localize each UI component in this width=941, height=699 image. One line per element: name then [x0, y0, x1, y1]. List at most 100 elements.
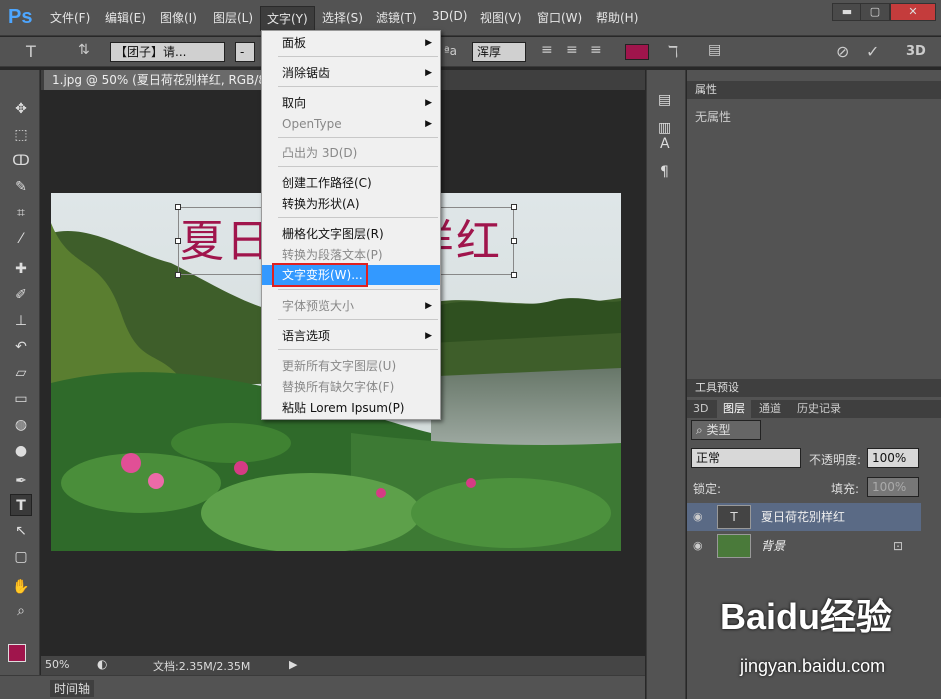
image-layer-thumb: [717, 534, 751, 558]
menu-window[interactable]: 窗口(W): [537, 9, 582, 26]
font-family-select[interactable]: 【团子】请...: [110, 42, 225, 62]
marquee-tool-icon[interactable]: ⬚: [10, 124, 32, 146]
layer-row-text[interactable]: ◉ T 夏日荷花别样红: [687, 503, 921, 531]
3d-mode-icon[interactable]: 3D: [906, 44, 926, 59]
tab-history[interactable]: 历史记录: [791, 400, 847, 418]
transform-handle-mr[interactable]: [511, 238, 517, 244]
visibility-eye-icon[interactable]: ◉: [693, 532, 703, 560]
opacity-label: 不透明度:: [809, 453, 862, 467]
menu-item-convert-to-shape[interactable]: 转换为形状(A): [262, 194, 440, 214]
quick-select-tool-icon[interactable]: ✎: [10, 176, 32, 198]
eraser-tool-icon[interactable]: ▱: [10, 362, 32, 384]
tab-layers[interactable]: 图层: [717, 400, 751, 418]
foreground-color-swatch[interactable]: [8, 644, 26, 662]
crop-tool-icon[interactable]: ⌗: [10, 202, 32, 224]
minimize-button[interactable]: ▬: [832, 3, 862, 21]
fill-input[interactable]: 100%: [867, 477, 919, 497]
cancel-icon[interactable]: ⊘: [836, 42, 849, 61]
shape-tool-icon[interactable]: ▢: [10, 546, 32, 568]
baidu-watermark-url: jingyan.baidu.com: [740, 656, 886, 676]
status-menu-arrow-icon[interactable]: ▶: [289, 658, 297, 671]
menu-item-opentype: OpenType ▶: [262, 114, 440, 134]
warp-text-icon[interactable]: ℸ: [668, 42, 678, 61]
properties-panel-icon[interactable]: ▥: [658, 120, 671, 136]
timeline-tab[interactable]: 时间轴: [50, 680, 95, 697]
lock-icon: ⊡: [893, 539, 904, 553]
panel-dock-strip: ▤ ▥ A ¶: [646, 70, 686, 699]
doc-size: 文档:2.35M/2.35M: [153, 660, 251, 673]
status-info-icon[interactable]: ◐: [97, 657, 107, 671]
font-style-select[interactable]: -: [235, 42, 255, 62]
blend-mode-select[interactable]: 正常: [691, 448, 801, 468]
tab-3d[interactable]: 3D: [687, 400, 714, 418]
blur-tool-icon[interactable]: ◍: [10, 414, 32, 436]
maximize-button[interactable]: ▢: [860, 3, 890, 21]
commit-icon[interactable]: ✓: [866, 42, 879, 61]
menu-item-rasterize-type[interactable]: 栅格化文字图层(R): [262, 224, 440, 244]
menu-item-create-work-path[interactable]: 创建工作路径(C): [262, 173, 440, 193]
menu-layer[interactable]: 图层(L): [213, 9, 253, 26]
zoom-tool-icon[interactable]: ⌕: [10, 600, 32, 622]
transform-handle-br[interactable]: [511, 272, 517, 278]
opacity-input[interactable]: 100%: [867, 448, 919, 468]
menu-item-paste-lorem-ipsum[interactable]: 粘贴 Lorem Ipsum(P): [262, 398, 440, 418]
menu-view[interactable]: 视图(V): [480, 9, 522, 26]
character-panel-icon[interactable]: A: [660, 136, 670, 152]
transform-handle-tr[interactable]: [511, 204, 517, 210]
dodge-tool-icon[interactable]: ●: [10, 440, 32, 462]
type-tool-icon[interactable]: T: [26, 42, 36, 61]
toggle-orientation-icon[interactable]: ⇅: [78, 42, 90, 58]
transform-handle-bl[interactable]: [175, 272, 181, 278]
anti-alias-select[interactable]: 浑厚: [472, 42, 526, 62]
brush-tool-icon[interactable]: ✐: [10, 284, 32, 306]
close-button[interactable]: ✕: [890, 3, 936, 21]
align-left-icon[interactable]: ≡: [541, 42, 553, 58]
menu-item-language-options[interactable]: 语言选项 ▶: [262, 326, 440, 346]
menu-item-panels[interactable]: 面板 ▶: [262, 33, 440, 53]
gradient-tool-icon[interactable]: ▭: [10, 388, 32, 410]
properties-empty-text: 无属性: [695, 110, 732, 124]
document-tab[interactable]: 1.jpg @ 50% (夏日荷花别样红, RGB/8#): [44, 70, 274, 90]
app-logo: Ps: [8, 6, 33, 28]
lasso-tool-icon[interactable]: ↀ: [10, 150, 32, 172]
type-tool-active-icon[interactable]: T: [10, 494, 32, 516]
history-panel-icon[interactable]: ▤: [658, 92, 671, 108]
submenu-arrow-icon: ▶: [425, 68, 432, 78]
layer-filter-select[interactable]: ⌕ 类型: [691, 420, 761, 440]
text-color-swatch[interactable]: [625, 44, 649, 60]
hand-tool-icon[interactable]: ✋: [10, 576, 32, 598]
stamp-tool-icon[interactable]: ⊥: [10, 310, 32, 332]
tool-presets-panel-title[interactable]: 工具预设: [687, 379, 941, 397]
menu-3d[interactable]: 3D(D): [432, 9, 467, 23]
menu-edit[interactable]: 编辑(E): [105, 9, 146, 26]
properties-panel-title[interactable]: 属性: [687, 81, 941, 99]
zoom-level[interactable]: 50%: [45, 658, 69, 671]
align-right-icon[interactable]: ≡: [590, 42, 602, 58]
pen-tool-icon[interactable]: ✒: [10, 470, 32, 492]
menu-file[interactable]: 文件(F): [50, 9, 90, 26]
menu-item-anti-alias[interactable]: 消除锯齿 ▶: [262, 63, 440, 83]
menu-filter[interactable]: 滤镜(T): [376, 9, 417, 26]
layer-filter-label: 类型: [706, 423, 731, 437]
layers-tab-bar: 3D 图层 通道 历史记录: [687, 400, 941, 418]
layer-row-background[interactable]: ◉ 背景 ⊡: [687, 532, 921, 560]
char-panel-icon[interactable]: ▤: [708, 42, 721, 58]
menu-type[interactable]: 文字(Y): [260, 6, 315, 31]
history-brush-tool-icon[interactable]: ↶: [10, 336, 32, 358]
submenu-arrow-icon: ▶: [425, 98, 432, 108]
path-select-tool-icon[interactable]: ↖: [10, 520, 32, 542]
visibility-eye-icon[interactable]: ◉: [693, 503, 703, 531]
menu-image[interactable]: 图像(I): [160, 9, 197, 26]
eyedropper-tool-icon[interactable]: ⁄: [10, 228, 32, 250]
layer-name: 夏日荷花别样红: [761, 510, 846, 524]
move-tool-icon[interactable]: ✥: [10, 98, 32, 120]
type-menu-dropdown: 面板 ▶ 消除锯齿 ▶ 取向 ▶ OpenType ▶ 凸出为 3D(D) 创建工作路径…: [261, 30, 441, 420]
menu-select[interactable]: 选择(S): [322, 9, 363, 26]
menu-item-convert-paragraph: 转换为段落文本(P): [282, 248, 383, 262]
align-center-icon[interactable]: ≡: [566, 42, 578, 58]
menu-help[interactable]: 帮助(H): [596, 9, 638, 26]
menu-item-orientation[interactable]: 取向 ▶: [262, 93, 440, 113]
tab-channels[interactable]: 通道: [753, 400, 787, 418]
healing-brush-tool-icon[interactable]: ✚: [10, 258, 32, 280]
paragraph-panel-icon[interactable]: ¶: [660, 164, 669, 180]
